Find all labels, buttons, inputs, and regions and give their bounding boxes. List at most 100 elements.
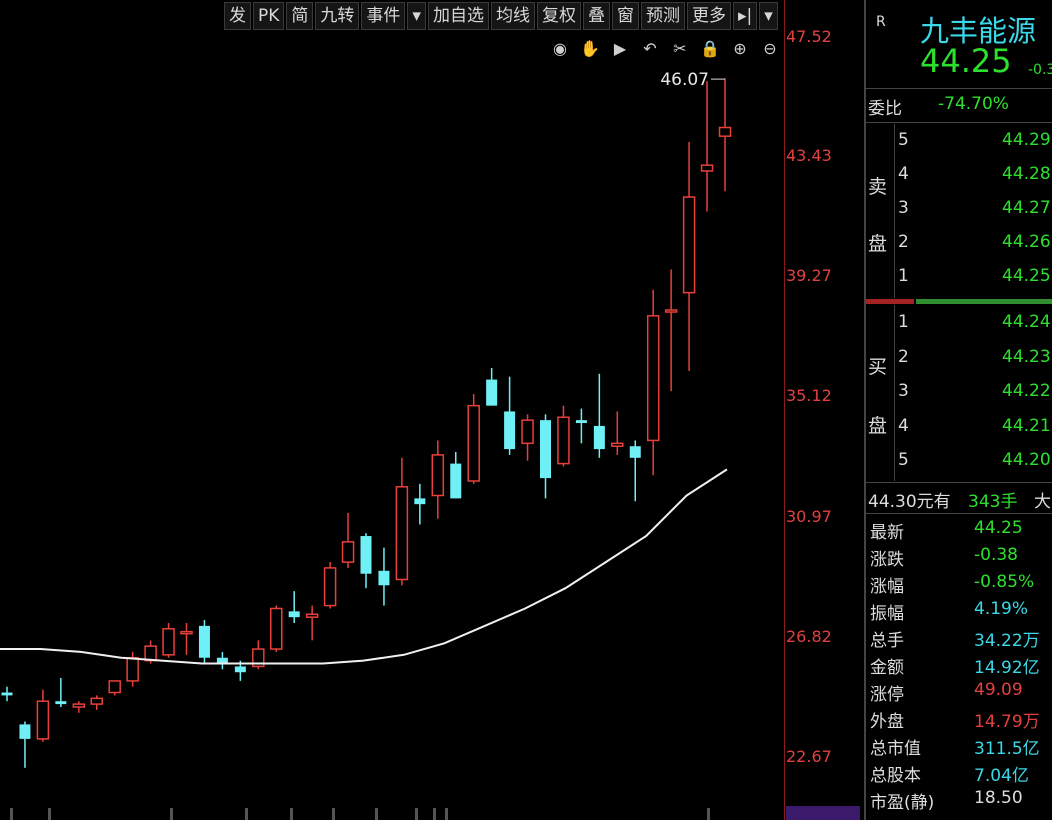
candle[interactable] (521, 414, 534, 461)
orderbook-price[interactable]: 44.21 (1002, 416, 1051, 436)
orderbook-price[interactable]: 44.20 (1002, 450, 1051, 470)
candle-body (360, 536, 372, 574)
orderbook-level: 4 (898, 164, 909, 184)
scissors-icon[interactable]: ✂ (668, 36, 692, 60)
candle[interactable] (162, 622, 175, 658)
candle[interactable] (718, 78, 732, 192)
candle[interactable] (90, 695, 103, 710)
candle[interactable] (198, 620, 210, 664)
toolbar-button-14[interactable]: ▾ (759, 2, 778, 30)
toolbar-button-10[interactable]: 窗 (611, 2, 639, 30)
quote-label: 外盘 (870, 712, 904, 732)
candle[interactable] (1, 686, 13, 702)
candle[interactable] (557, 405, 570, 467)
toolbar-button-13[interactable]: ▸| (732, 2, 758, 30)
quote-label: 涨停 (870, 685, 904, 705)
candle[interactable] (575, 408, 587, 444)
candle[interactable] (19, 721, 31, 768)
axis-bottom-bar (786, 806, 860, 820)
undo-icon[interactable]: ↶ (638, 36, 662, 60)
orderbook-price[interactable]: 44.23 (1002, 347, 1051, 367)
orderbook-price[interactable]: 44.29 (1002, 130, 1051, 150)
drawing-tools: ◉ ✋ ▶ ↶ ✂ 🔒 ⊕ ⊖ (548, 36, 782, 60)
candle[interactable] (216, 651, 228, 670)
zoom-in-icon[interactable]: ⊕ (728, 36, 752, 60)
candle-body (288, 611, 300, 618)
toolbar-button-0[interactable]: 发 (224, 2, 251, 30)
candle-body (682, 196, 696, 294)
candle[interactable] (486, 367, 498, 406)
kline-chart-area[interactable]: 46.07 (0, 0, 784, 820)
candle[interactable] (126, 651, 139, 687)
toolbar-button-1[interactable]: PK (253, 2, 285, 30)
candle-body (162, 628, 175, 656)
candle[interactable] (395, 457, 409, 586)
candle[interactable] (700, 81, 714, 212)
candle[interactable] (378, 547, 390, 606)
candle-body (55, 701, 67, 705)
orderbook-price[interactable]: 44.27 (1002, 198, 1051, 218)
toolbar-button-3[interactable]: 九转 (315, 2, 360, 30)
candle[interactable] (180, 622, 193, 655)
candle[interactable] (540, 414, 551, 499)
orderbook-price[interactable]: 44.26 (1002, 232, 1051, 252)
candle[interactable] (288, 591, 300, 623)
candle[interactable] (467, 394, 480, 484)
candle[interactable] (72, 701, 86, 713)
candle[interactable] (414, 483, 426, 525)
candle-body (126, 656, 139, 682)
toolbar-button-12[interactable]: 更多 (686, 2, 731, 30)
zoom-out-icon[interactable]: ⊖ (758, 36, 782, 60)
toolbar-button-11[interactable]: 预测 (640, 2, 685, 30)
orderbook-level: 5 (898, 130, 909, 150)
kline-chart[interactable]: 46.07 (0, 0, 784, 820)
candle[interactable] (270, 605, 283, 652)
candle[interactable] (305, 605, 319, 641)
candle[interactable] (682, 141, 696, 371)
hand-icon[interactable]: ✋ (578, 36, 602, 60)
toolbar-button-2[interactable]: 简 (286, 2, 314, 30)
toolbar-button-4[interactable]: 事件 (361, 2, 406, 30)
toolbar-button-5[interactable]: ▾ (407, 2, 426, 30)
y-tick-label: 35.12 (786, 386, 832, 406)
quote-value: 311.5亿 (974, 739, 1040, 759)
candle-body (144, 645, 157, 662)
candle[interactable] (646, 289, 660, 476)
candle[interactable] (341, 512, 355, 568)
candle[interactable] (504, 376, 516, 455)
orderbook-price[interactable]: 44.22 (1002, 381, 1051, 401)
quote-label: 振幅 (870, 604, 904, 624)
candle[interactable] (629, 440, 641, 502)
eye-icon[interactable]: ◉ (548, 36, 572, 60)
candle-body (611, 442, 624, 447)
y-tick-label: 39.27 (786, 266, 832, 286)
candle[interactable] (450, 452, 462, 499)
candle-body (718, 126, 732, 137)
candle[interactable] (431, 440, 445, 519)
orderbook-price[interactable]: 44.24 (1002, 312, 1051, 332)
candle[interactable] (593, 373, 605, 458)
candle[interactable] (323, 562, 337, 609)
toolbar-button-9[interactable]: 叠 (582, 2, 610, 30)
orderbook-price[interactable]: 44.28 (1002, 164, 1051, 184)
lock-icon[interactable]: 🔒 (698, 36, 722, 60)
candle[interactable] (360, 533, 372, 589)
toolbar-button-8[interactable]: 复权 (536, 2, 581, 30)
play-icon[interactable]: ▶ (608, 36, 632, 60)
quote-label: 市盈(静) (870, 793, 935, 813)
candle[interactable] (252, 640, 265, 670)
candle[interactable] (55, 678, 67, 707)
candle-body (395, 486, 409, 581)
candle-body (540, 420, 551, 479)
quote-label: 总手 (870, 631, 904, 651)
candle[interactable] (108, 680, 121, 696)
orderbook-price[interactable]: 44.25 (1002, 266, 1051, 286)
quote-value: 7.04亿 (974, 766, 1029, 786)
candle[interactable] (36, 689, 50, 742)
toolbar-button-7[interactable]: 均线 (490, 2, 535, 30)
orderbook-level: 1 (898, 312, 909, 332)
candle-body (36, 700, 50, 740)
toolbar-button-6[interactable]: 加自选 (427, 2, 489, 30)
candle[interactable] (664, 269, 678, 392)
candle[interactable] (611, 411, 624, 455)
